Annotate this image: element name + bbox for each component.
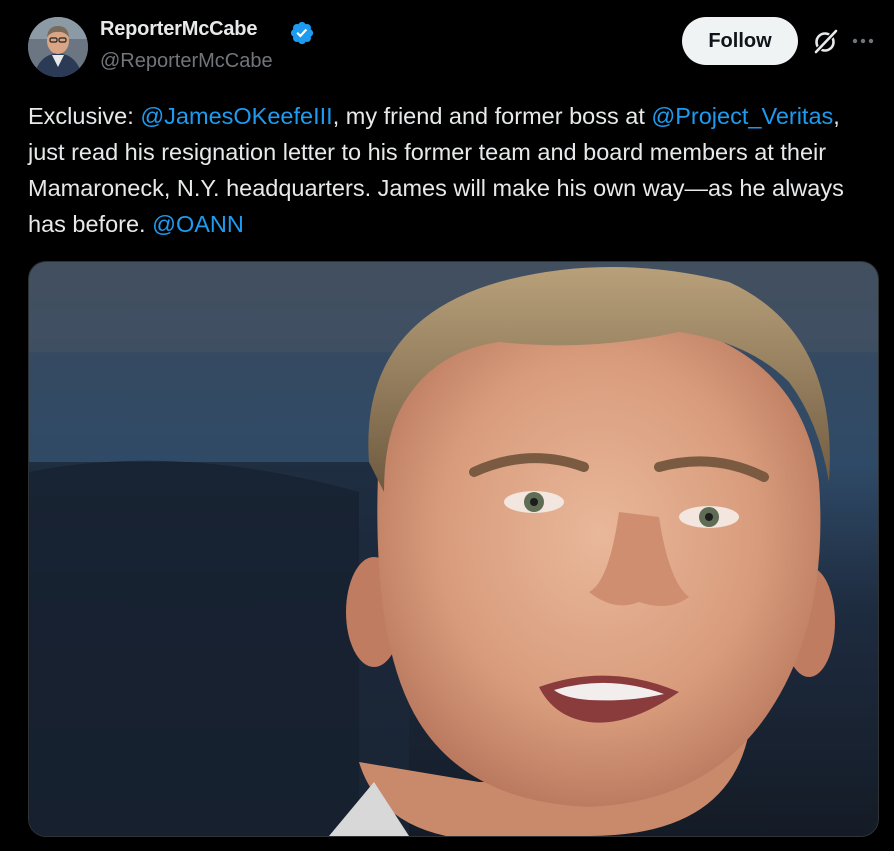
mention-project-veritas[interactable]: @Project_Veritas: [651, 103, 833, 129]
grok-icon[interactable]: [812, 27, 840, 55]
tweet-photo[interactable]: [28, 261, 879, 837]
verified-badge-icon: [290, 21, 314, 45]
follow-button[interactable]: Follow: [682, 17, 798, 65]
tweet-text-part: , my friend and former boss at: [332, 103, 652, 129]
more-icon[interactable]: [850, 28, 876, 54]
mention-oann[interactable]: @OANN: [152, 211, 244, 237]
tweet-text: Exclusive: @JamesOKeefeIII, my friend an…: [28, 98, 878, 242]
author-display-name[interactable]: ReporterMcCabe: [100, 18, 257, 41]
avatar[interactable]: [28, 17, 88, 77]
tweet-text-part: Exclusive:: [28, 103, 141, 129]
mention-james-okeefe[interactable]: @JamesOKeefeIII: [140, 103, 332, 129]
author-handle[interactable]: @ReporterMcCabe: [100, 50, 273, 73]
